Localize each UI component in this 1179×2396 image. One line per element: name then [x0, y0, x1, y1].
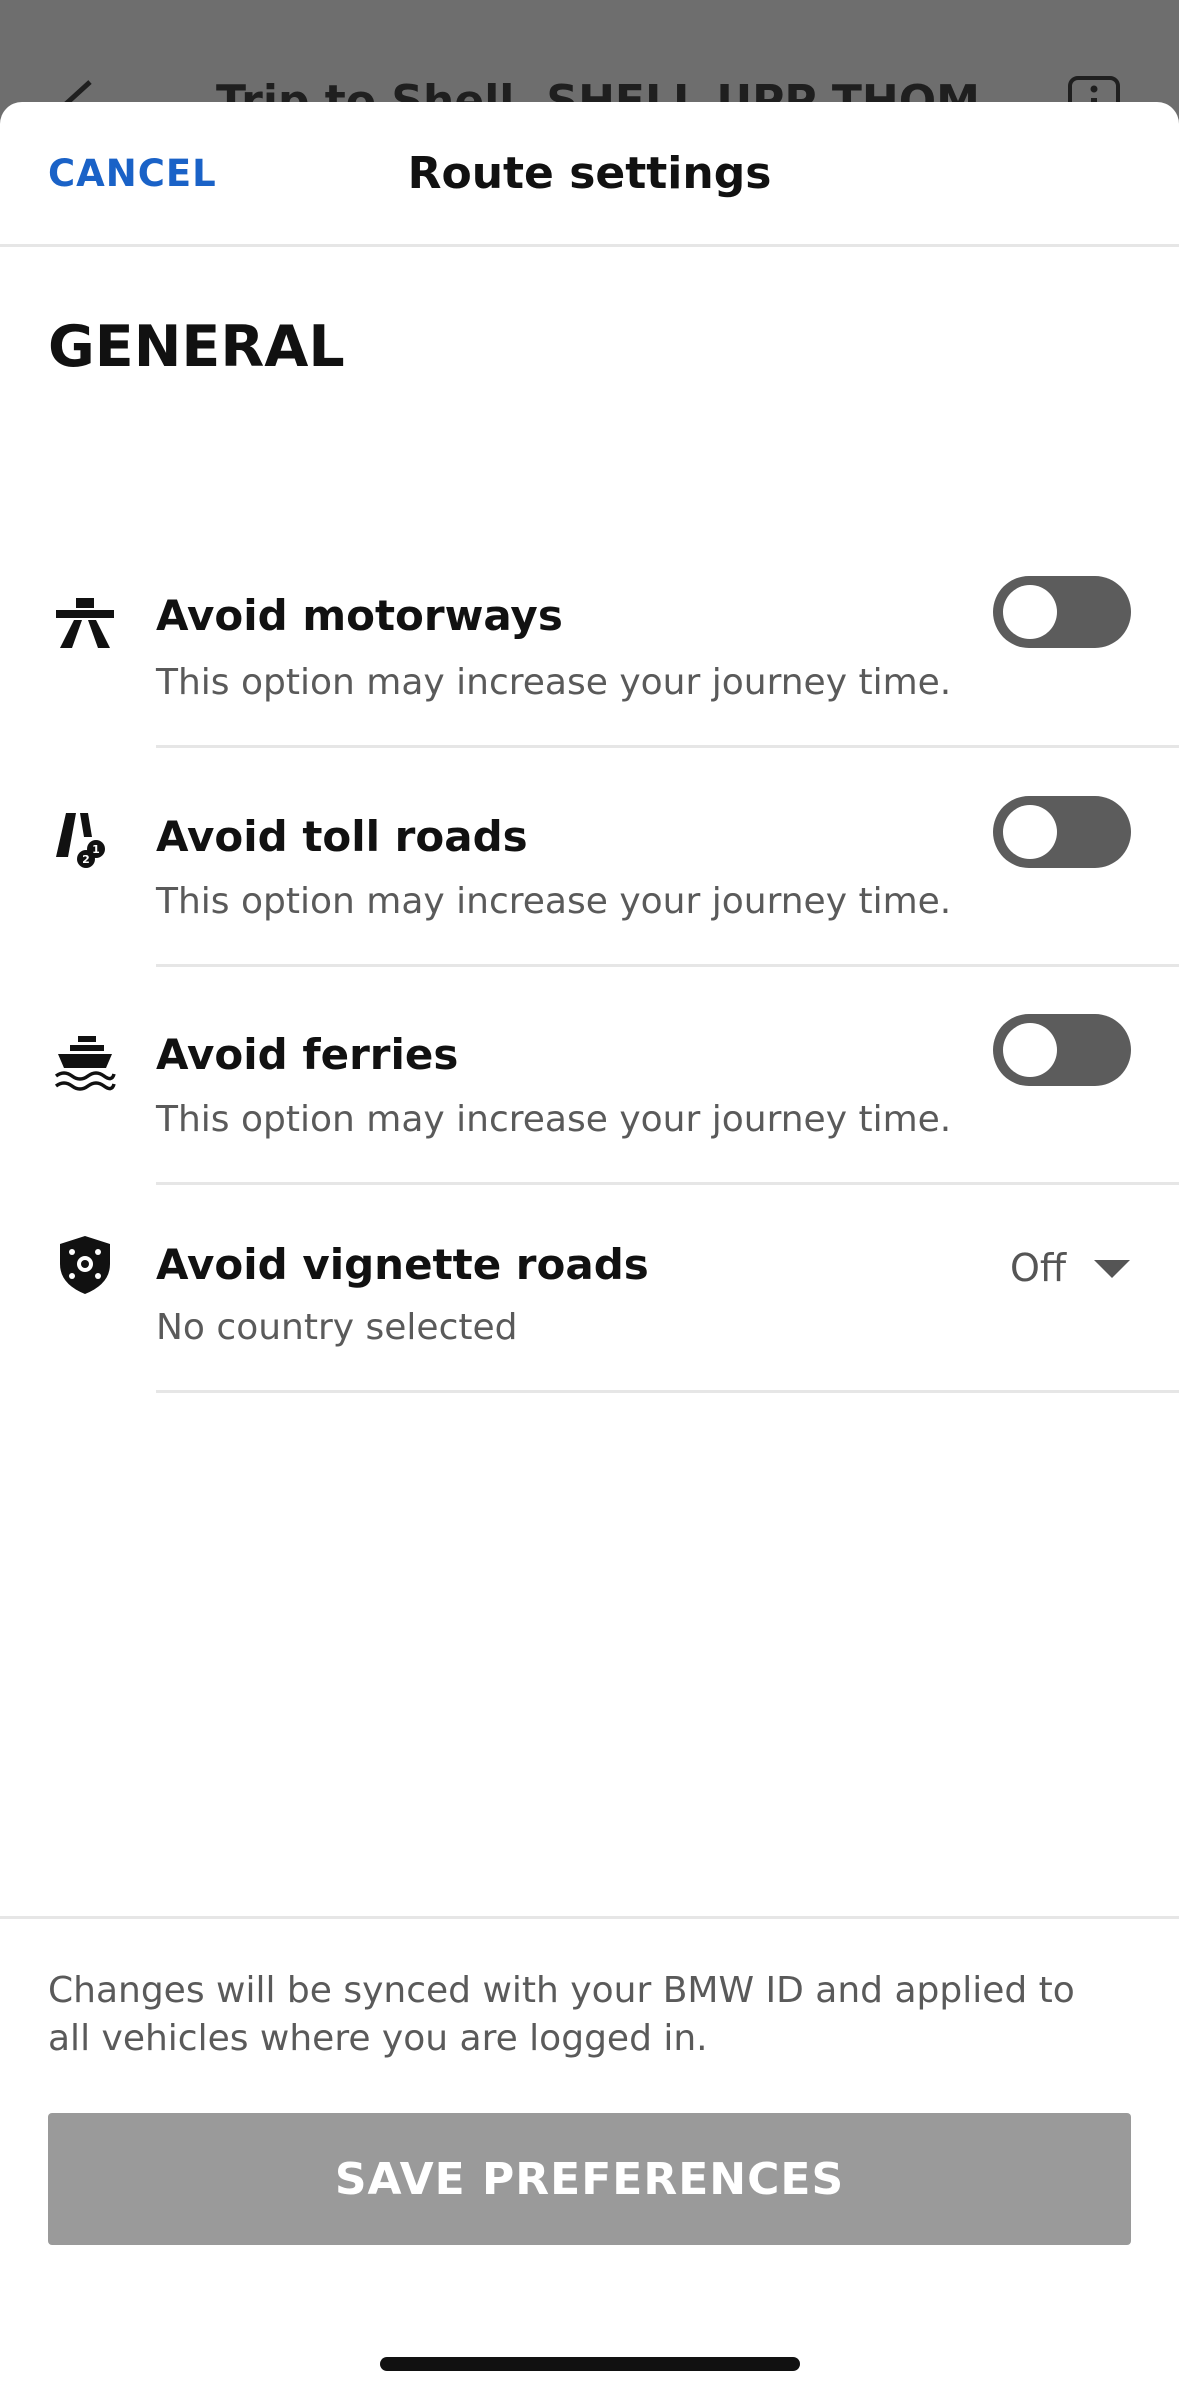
save-button-label: SAVE PREFERENCES: [334, 2153, 845, 2205]
svg-text:2: 2: [82, 853, 90, 866]
option-description: No country selected: [156, 1307, 518, 1348]
route-settings-sheet: CANCEL Route settings GENERAL Avoid moto…: [0, 102, 1179, 2396]
motorway-icon: [56, 598, 114, 648]
toll-road-icon: 1 2: [56, 813, 105, 868]
toggle-knob: [1003, 585, 1057, 639]
option-row-avoid-vignette-roads: Avoid vignette roads No country selected…: [0, 1118, 1179, 1393]
option-label: Avoid toll roads: [156, 812, 528, 861]
chevron-down-icon: [1094, 1260, 1130, 1278]
row-divider: [156, 1390, 1179, 1393]
toggle-knob: [1003, 805, 1057, 859]
vignette-shield-icon: [60, 1236, 110, 1294]
ferry-icon: [54, 1036, 116, 1091]
footer-divider: [0, 1916, 1179, 1919]
option-row-avoid-ferries: Avoid ferries This option may increase y…: [0, 900, 1179, 1185]
save-preferences-button[interactable]: SAVE PREFERENCES: [48, 2113, 1131, 2245]
option-label: Avoid motorways: [156, 591, 563, 640]
svg-text:1: 1: [92, 843, 100, 856]
dropdown-value: Off: [1010, 1246, 1067, 1290]
avoid-toll-roads-toggle[interactable]: [993, 796, 1131, 868]
avoid-ferries-toggle[interactable]: [993, 1014, 1131, 1086]
option-row-avoid-toll-roads: 1 2 Avoid toll roads This option may inc…: [0, 682, 1179, 967]
vignette-country-dropdown[interactable]: Off: [1010, 1246, 1130, 1290]
section-title-general: GENERAL: [48, 314, 345, 380]
sheet-header: CANCEL Route settings: [0, 102, 1179, 247]
page-title: Route settings: [407, 148, 772, 199]
option-label: Avoid vignette roads: [156, 1240, 649, 1289]
option-label: Avoid ferries: [156, 1030, 459, 1079]
sync-note: Changes will be synced with your BMW ID …: [48, 1970, 1075, 2059]
avoid-motorways-toggle[interactable]: [993, 576, 1131, 648]
toggle-knob: [1003, 1023, 1057, 1077]
home-indicator: [380, 2357, 800, 2371]
option-row-avoid-motorways: Avoid motorways This option may increase…: [0, 462, 1179, 748]
